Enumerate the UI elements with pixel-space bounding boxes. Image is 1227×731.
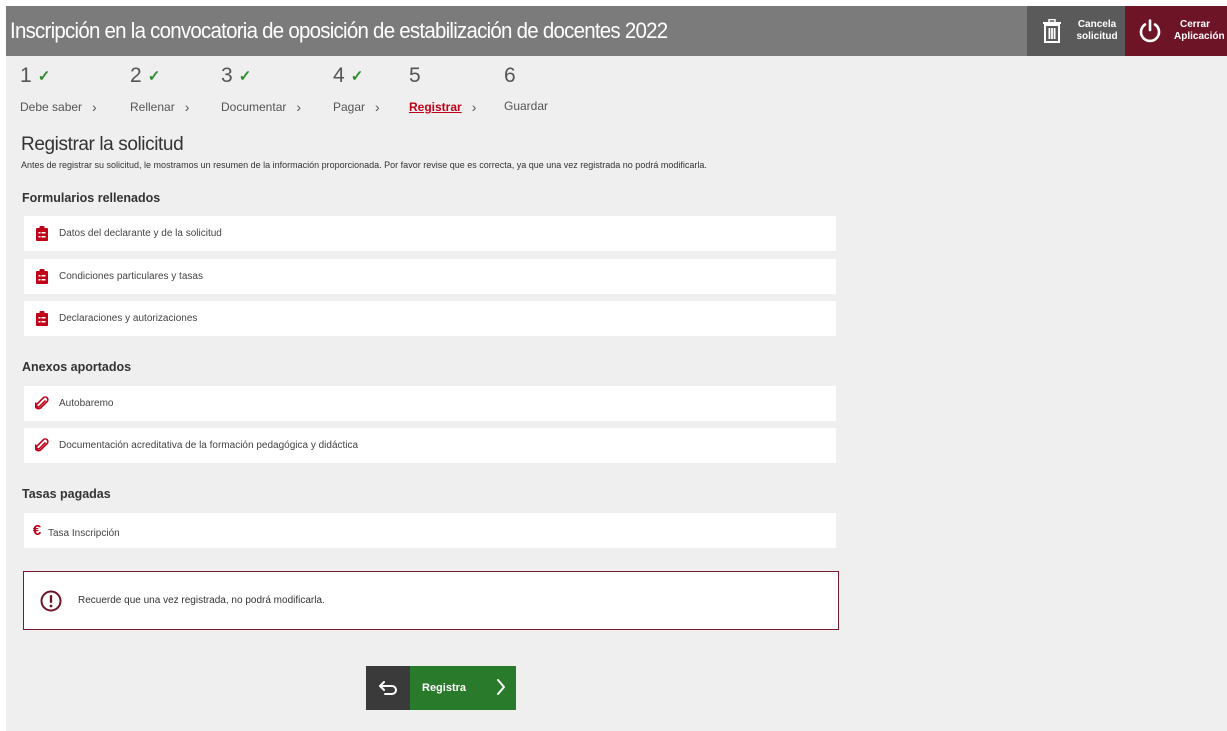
clipboard-icon (35, 269, 49, 285)
step-label: Pagar (333, 100, 366, 114)
power-icon (1134, 15, 1166, 47)
app-window: Inscripción en la convocatoria de oposic… (6, 6, 1227, 731)
chevron-right-icon: › (375, 99, 380, 115)
close-app-button[interactable]: Cerrar Aplicación (1125, 6, 1227, 56)
page-title: Registrar la solicitud (21, 134, 184, 155)
action-bar: Registra (366, 666, 516, 710)
check-icon: ✓ (350, 68, 364, 85)
chevron-right-icon: › (296, 99, 302, 115)
chevron-right-icon: › (471, 99, 477, 115)
form-item-label: Datos del declarante y de la solicitud (59, 228, 222, 239)
clipboard-icon (35, 226, 49, 242)
page-description: Antes de registrar su solicitud, le most… (21, 160, 707, 170)
annex-item-label: Documentación acreditativa de la formaci… (59, 440, 359, 451)
close-app-label: Cerrar Aplicación (1174, 19, 1225, 42)
step-number: 3 (221, 64, 233, 87)
check-icon: ✓ (238, 68, 252, 85)
register-button[interactable]: Registra (410, 666, 516, 710)
alert-message: Recuerde que una vez registrada, no podr… (78, 595, 325, 606)
step-number: 5 (409, 64, 421, 87)
exclamation-circle-icon (40, 590, 62, 612)
form-item[interactable]: Datos del declarante y de la solicitud (24, 216, 836, 251)
form-item-label: Declaraciones y autorizaciones (59, 313, 198, 324)
fee-item-label: Tasa Inscripción (48, 528, 120, 539)
paperclip-icon (35, 395, 49, 412)
chevron-right-icon: › (92, 99, 97, 115)
warning-alert: Recuerde que una vez registrada, no podr… (23, 571, 839, 630)
step-label: Debe saber (20, 100, 83, 114)
step-label: Rellenar (130, 100, 175, 114)
chevron-right-icon: › (184, 99, 190, 115)
trash-icon (1036, 15, 1068, 47)
fees-section-title: Tasas pagadas (22, 487, 111, 501)
forms-section-title: Formularios rellenados (22, 191, 161, 205)
clipboard-icon (35, 311, 49, 327)
step-rellenar[interactable]: 2 ✓ Rellenar › (130, 64, 189, 115)
chevron-right-icon (497, 679, 505, 695)
return-arrow-icon (379, 681, 397, 695)
step-guardar[interactable]: 6 Guardar (504, 64, 548, 113)
step-registrar[interactable]: 5 Registrar › (409, 64, 476, 115)
annex-item-label: Autobaremo (59, 398, 114, 409)
step-documentar[interactable]: 3 ✓ Documentar › (221, 64, 301, 115)
check-icon: ✓ (37, 68, 51, 85)
page-header-title: Inscripción en la convocatoria de oposic… (10, 18, 668, 43)
annex-item[interactable]: Autobaremo (24, 386, 836, 421)
register-button-label: Registra (422, 682, 467, 694)
step-pagar[interactable]: 4 ✓ Pagar › (333, 64, 380, 115)
paperclip-icon (35, 437, 49, 454)
fee-item[interactable]: € Tasa Inscripción (24, 513, 836, 548)
form-item-label: Condiciones particulares y tasas (59, 271, 203, 282)
form-item[interactable]: Condiciones particulares y tasas (24, 259, 836, 294)
step-label: Documentar (221, 100, 287, 114)
cancel-request-label: Cancela solicitud (1076, 19, 1118, 42)
form-item[interactable]: Declaraciones y autorizaciones (24, 301, 836, 336)
step-number: 4 (333, 64, 345, 87)
step-number: 1 (20, 64, 32, 87)
check-icon: ✓ (147, 68, 161, 85)
step-label: Guardar (504, 99, 549, 113)
step-label: Registrar (409, 100, 462, 114)
annex-item[interactable]: Documentación acreditativa de la formaci… (24, 428, 836, 463)
cancel-request-button[interactable]: Cancela solicitud (1027, 6, 1125, 56)
header-bar: Inscripción en la convocatoria de oposic… (6, 6, 1227, 56)
back-button[interactable] (366, 666, 410, 710)
step-debe-saber[interactable]: 1 ✓ Debe saber › (20, 64, 97, 115)
step-number: 6 (504, 64, 516, 87)
annexes-section-title: Anexos aportados (22, 360, 132, 374)
euro-icon: € (32, 522, 42, 539)
step-number: 2 (130, 64, 142, 87)
